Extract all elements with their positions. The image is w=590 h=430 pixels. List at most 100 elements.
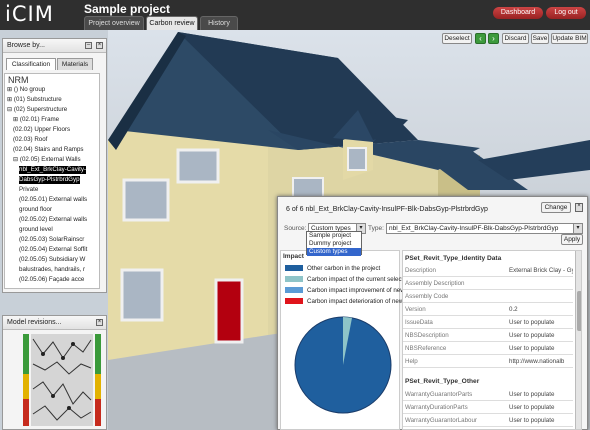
property-value[interactable]: User to populate <box>509 343 573 354</box>
revisions-title: Model revisions... <box>3 316 106 330</box>
tree-item[interactable]: ground floor <box>19 206 52 214</box>
app-logo: iCIM <box>5 2 54 26</box>
tree-item[interactable]: ⊞ () No group <box>7 86 45 94</box>
arrow-left-icon[interactable]: ‹ <box>475 33 486 44</box>
logout-button[interactable]: Log out <box>546 7 586 19</box>
tree-item-selected[interactable]: DabsGyp-PlstrbrdGyp <box>19 176 80 184</box>
close-icon[interactable]: × <box>96 319 103 326</box>
source-option-selected[interactable]: Custom types <box>307 248 361 256</box>
source-option[interactable]: Dummy project <box>307 240 361 248</box>
legend-item: Carbon impact improvement of new type <box>285 287 418 294</box>
collapse-icon[interactable]: ⊟ <box>13 156 20 163</box>
tab-carbon-review[interactable]: Carbon review <box>146 16 198 30</box>
property-key: Version <box>405 306 426 313</box>
property-row: WarrantyGuarantorParts User to populate <box>403 389 573 401</box>
discard-button[interactable]: Discard <box>502 33 529 44</box>
property-value[interactable]: 0.2 <box>509 304 573 315</box>
update-bim-button[interactable]: Update BIM <box>551 33 588 44</box>
deselect-button[interactable]: Deselect <box>442 33 472 44</box>
property-key: IssueData <box>405 319 433 326</box>
dashboard-button[interactable]: Dashboard <box>493 7 543 19</box>
tree-item[interactable]: (02.04) Stairs and Ramps <box>13 146 84 154</box>
tree-item[interactable]: (02.05.06) Façade acce <box>19 276 84 284</box>
property-row: Version 0.2 <box>403 304 573 316</box>
revision-chart[interactable] <box>23 334 103 426</box>
property-value[interactable]: User to populate <box>509 317 573 328</box>
dialog-close-icon[interactable]: × <box>575 203 583 212</box>
tree-item-label: (02.03) Roof <box>13 136 48 143</box>
tree-item[interactable]: (02.02) Upper Floors <box>13 126 70 134</box>
tab-project-overview[interactable]: Project overview <box>84 16 144 30</box>
property-key: Assembly Description <box>405 280 465 287</box>
dialog-title: 6 of 6 nbl_Ext_BrkClay-Cavity-InsulPF-Bl… <box>286 206 488 213</box>
tree-item[interactable]: ground level <box>19 226 53 234</box>
property-row: Assembly Code <box>403 291 573 303</box>
props-scrollbar[interactable] <box>575 251 581 429</box>
source-options-list[interactable]: Sample project Dummy project Custom type… <box>306 231 362 256</box>
property-value[interactable]: User to populate <box>509 402 573 413</box>
tree-item[interactable]: (02.05.01) External walls <box>19 196 87 204</box>
property-row: Assembly Description <box>403 278 573 290</box>
tree-item[interactable]: (02.05.04) External Soffit <box>19 246 87 254</box>
top-bar: iCIM Sample project Project overview Car… <box>0 0 590 30</box>
type-select[interactable]: nbl_Ext_BrkClay-Cavity-InsulPF-Blk-DabsG… <box>386 223 583 234</box>
tree-item-label: ground level <box>19 226 53 233</box>
property-row: Description External Brick Clay - Gypsum … <box>403 265 573 277</box>
tree-item[interactable]: (02.05.05) Subsidiary W <box>19 256 85 264</box>
property-key: WarrantyGuarantorLabour <box>405 417 477 424</box>
tree-item-label: nbl_Ext_BrkClay-Cavity- <box>19 166 87 173</box>
change-button[interactable]: Change <box>541 202 571 213</box>
tree-item[interactable]: (02.05.03) SolarRainscr <box>19 236 84 244</box>
tree-item[interactable]: balustrades, handrails, r <box>19 266 85 274</box>
tab-classification[interactable]: Classification <box>6 58 56 70</box>
scrollbar-thumb[interactable] <box>577 291 581 331</box>
apply-label: Apply <box>563 236 581 243</box>
expand-icon[interactable]: ⊞ <box>13 116 20 123</box>
tree-item-label: Private <box>19 186 39 193</box>
property-value[interactable]: User to populate <box>509 330 573 341</box>
tree-item[interactable]: ⊞ (02.01) Frame <box>13 116 59 124</box>
legend-swatch <box>285 276 303 282</box>
chevron-down-icon: ▾ <box>573 224 582 233</box>
property-row: Help http://www.nationalb <box>403 356 573 368</box>
tree-section-label: NRM <box>8 75 29 85</box>
property-row: NBSDescription User to populate <box>403 330 573 342</box>
tree-item-label: (02.05.02) External walls <box>19 216 88 223</box>
type-value: nbl_Ext_BrkClay-Cavity-InsulPF-Blk-DabsG… <box>389 225 559 232</box>
tree-item[interactable]: ⊟ (02) Superstructure <box>7 106 67 114</box>
property-row: WarrantyDurationParts User to populate <box>403 402 573 414</box>
property-value[interactable]: User to populate <box>509 415 573 426</box>
collapse-icon[interactable]: – <box>85 42 92 49</box>
apply-button[interactable]: Apply <box>561 234 583 245</box>
classification-tree[interactable]: NRM ⊞ () No group ⊞ (01) Substructure ⊟ (0… <box>4 73 100 289</box>
expand-icon[interactable]: ⊞ <box>7 86 14 93</box>
tree-item[interactable]: Private <box>19 186 38 194</box>
source-option[interactable]: Sample project <box>307 232 361 240</box>
collapse-icon[interactable]: ⊟ <box>7 106 14 113</box>
property-value[interactable]: External Brick Clay - Gypsum Plasterboar <box>509 265 573 276</box>
save-button[interactable]: Save <box>531 33 549 44</box>
close-icon[interactable]: × <box>96 42 103 49</box>
property-key: NBSDescription <box>405 332 449 339</box>
tab-materials[interactable]: Materials <box>57 58 93 70</box>
props-header-other: PSet_Revit_Type_Other <box>405 378 480 385</box>
property-key: Description <box>405 267 436 274</box>
tab-history[interactable]: History <box>200 16 238 30</box>
props-header-identity: PSet_Revit_Type_Identity Data <box>405 255 502 262</box>
tree-item[interactable]: (02.03) Roof <box>13 136 47 144</box>
tree-item-label: (02) Superstructure <box>13 106 68 113</box>
carbon-pie-chart <box>294 316 392 414</box>
arrow-right-icon[interactable]: › <box>488 33 499 44</box>
tree-item-selected[interactable]: nbl_Ext_BrkClay-Cavity- <box>19 166 87 174</box>
tree-item[interactable]: ⊟ (02.05) External Walls <box>13 156 81 164</box>
tree-item[interactable]: ⊞ (01) Substructure <box>7 96 62 104</box>
legend-label: Carbon impact deterioration of new type <box>307 298 417 305</box>
revisions-panel: Model revisions... × <box>2 315 107 430</box>
project-title: Sample project <box>84 2 171 16</box>
tree-item-label: (01) Substructure <box>13 96 62 103</box>
property-value[interactable]: User to populate <box>509 389 573 400</box>
legend-item: Other carbon in the project <box>285 265 380 272</box>
tree-item[interactable]: (02.05.02) External walls <box>19 216 87 224</box>
property-value[interactable]: http://www.nationalb <box>509 356 573 367</box>
expand-icon[interactable]: ⊞ <box>7 96 14 103</box>
